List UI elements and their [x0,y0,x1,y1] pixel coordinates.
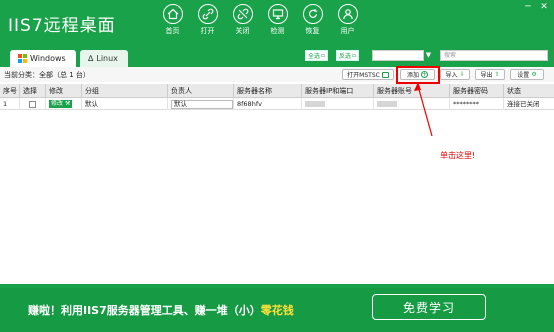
group-filter-select[interactable] [372,50,424,61]
export-button[interactable]: 导出 ⇧ [475,69,505,80]
edit-label: 修改 [51,100,64,107]
row-edit-cell: 修改 ⚒ [46,98,82,110]
column-header[interactable]: 序号 [0,84,20,98]
column-header[interactable]: 修改 [46,84,82,98]
window-controls: ─ ✕ [522,2,550,12]
promo-banner: 赚啦！利用IIS7服务器管理工具、赚一堆（小）零花钱 免费学习 [0,288,554,332]
nav-check-label: 检测 [270,27,285,35]
nav-user[interactable]: 用户 [330,4,365,36]
row-server-account [374,98,450,110]
edit-button[interactable]: 修改 ⚒ [49,100,73,108]
add-button-highlight [396,66,440,84]
column-header[interactable]: 选择 [20,84,46,98]
category-label: 当前分类：全部（总 1 台） [4,71,90,79]
link-icon [197,4,218,24]
chevron-down-icon[interactable]: ▼ [424,50,433,61]
linux-icon: ∆ [88,54,94,63]
tab-windows-label: Windows [30,54,66,63]
nav-home[interactable]: 首页 [155,4,190,36]
nav-home-label: 首页 [165,27,180,35]
invert-selection-label: 反选 [339,53,352,60]
row-group: 默认 [82,98,168,110]
gear-icon: ⚙ [531,71,537,78]
column-header[interactable]: 负责人 [168,84,234,98]
row-checkbox[interactable] [29,100,36,108]
nav-user-label: 用户 [340,27,355,35]
monitor-icon [381,71,389,78]
nav-check[interactable]: 检测 [260,4,295,36]
column-header[interactable]: 服务器密码 [450,84,504,98]
checkbox-icon: ▫ [321,52,326,59]
checkbox-icon: ▫ [352,52,357,59]
select-all-label: 全选 [308,53,321,60]
tab-windows[interactable]: Windows [10,50,76,67]
os-tabs-bar: Windows ∆ Linux 全选 ▫ 反选 ▫ ▼ 搜索 [0,47,554,67]
redacted-value [305,101,325,107]
row-owner-cell: 默认 [168,98,234,110]
row-checkbox-cell [20,98,46,110]
nav-restore-label: 恢复 [305,27,320,35]
promo-text-highlight: 零花钱 [260,304,294,317]
owner-field[interactable]: 默认 [171,99,233,109]
tab-linux-label: Linux [96,54,118,63]
promo-text-main: 赚啦！利用IIS7服务器管理工具、赚一堆（小） [28,304,261,317]
free-learning-button[interactable]: 免费学习 [372,294,486,320]
invert-selection-button[interactable]: 反选 ▫ [336,50,360,61]
monitor-icon [267,4,288,24]
unlink-icon [232,4,253,24]
annotation-text: 单击这里! [440,151,476,160]
import-button[interactable]: 导入 ⇩ [440,69,470,80]
search-input[interactable]: 搜索 [440,50,548,61]
nav-close-label: 关闭 [235,27,250,35]
column-header[interactable]: 状态 [504,84,554,98]
nav-open-label: 打开 [200,27,215,35]
open-mstsc-label: 打开MSTSC [347,72,380,79]
toolbar: 当前分类：全部（总 1 台） 打开MSTSC 添加 + 导入 ⇩ 导出 ⇧ 设置… [0,67,554,82]
table-row[interactable]: 1 修改 ⚒ 默认 默认 8f68hfv ******** 连接已关闭 [0,98,554,110]
row-server-password: ******** [450,98,504,110]
select-all-button[interactable]: 全选 ▫ [305,50,329,61]
table-empty-area [0,110,554,286]
wrench-icon: ⚒ [64,100,71,107]
settings-label: 设置 [517,72,530,79]
column-header[interactable]: 服务器IP和端口 [302,84,374,98]
export-label: 导出 [480,72,493,79]
settings-button[interactable]: 设置 ⚙ [510,69,544,80]
user-icon [337,4,358,24]
nav-open[interactable]: 打开 [190,4,225,36]
nav-close[interactable]: 关闭 [225,4,260,36]
open-mstsc-button[interactable]: 打开MSTSC [342,69,394,80]
app-logo: IIS7远程桌面 [8,16,116,36]
promo-text: 赚啦！利用IIS7服务器管理工具、赚一堆（小）零花钱 [28,302,294,318]
row-index: 1 [0,98,20,110]
row-server-name: 8f68hfv [234,98,302,110]
row-status: 连接已关闭 [507,100,540,108]
table-header: 序号 选择 修改 分组 负责人 服务器名称 服务器IP和端口 服务器账号 服务器… [0,84,554,98]
import-label: 导入 [445,72,458,79]
reload-icon [302,4,323,24]
column-header[interactable]: 服务器账号 [374,84,450,98]
free-learning-label: 免费学习 [402,300,455,315]
column-header[interactable]: 服务器名称 [234,84,302,98]
nav-restore[interactable]: 恢复 [295,4,330,36]
minimize-button[interactable]: ─ [522,2,534,12]
main-nav: 首页 打开 关闭 检测 恢复 用户 [155,4,365,36]
tab-linux[interactable]: ∆ Linux [80,50,128,67]
redacted-value [377,101,397,107]
close-button[interactable]: ✕ [538,2,550,12]
export-icon: ⇧ [494,71,500,78]
home-icon [162,4,183,24]
app-header: IIS7远程桌面 首页 打开 关闭 检测 恢复 用户 ─ ✕ [0,0,554,47]
row-server-ip [302,98,374,110]
windows-icon [18,54,27,63]
column-header[interactable]: 分组 [82,84,168,98]
import-icon: ⇩ [459,71,465,78]
